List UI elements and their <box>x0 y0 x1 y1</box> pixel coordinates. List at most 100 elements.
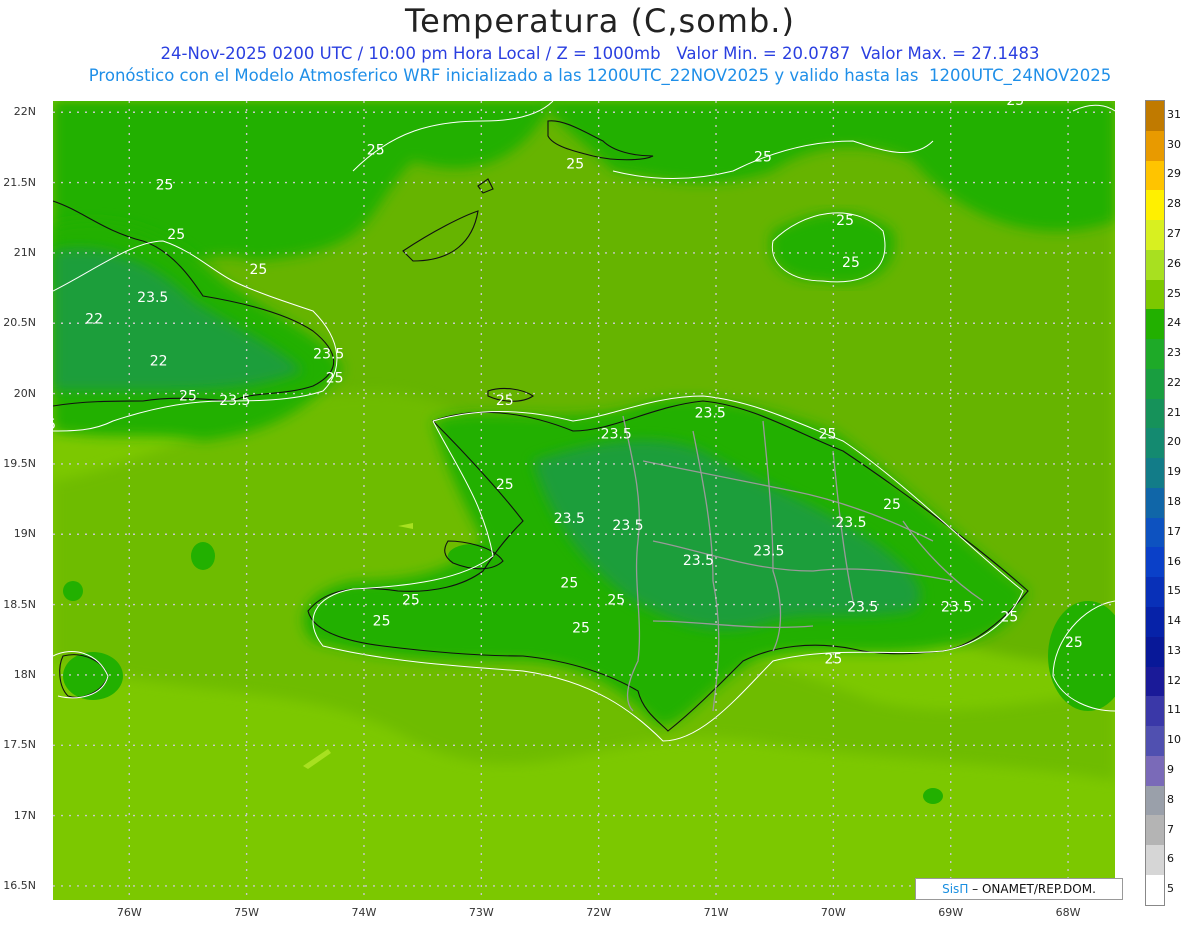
colorbar-segment <box>1146 249 1164 280</box>
colorbar-segment <box>1146 368 1164 399</box>
colorbar-label: 29 <box>1167 167 1181 181</box>
colorbar-label: 13 <box>1167 643 1181 657</box>
colorbar-label: 15 <box>1167 584 1181 598</box>
colorbar-label: 6 <box>1167 852 1174 866</box>
colorbar-label: 23 <box>1167 346 1181 360</box>
contour-label: 23.5 <box>941 600 972 616</box>
contour-label: 25 <box>883 497 901 513</box>
contour-label: 25 <box>179 389 197 405</box>
contour-label: 23.5 <box>612 518 643 534</box>
colorbar-label: 7 <box>1167 822 1174 836</box>
temperature-map: 25 25 25 25 25 25 25 25 25 23.5 22 23.5 25 22 25 23.5 25… <box>53 101 1115 900</box>
contour-label: 25 <box>842 255 860 271</box>
lat-label: 16.5N <box>3 878 36 892</box>
lat-label: 18N <box>13 667 36 681</box>
colorbar-segment <box>1146 547 1164 578</box>
colorbar-segment <box>1146 577 1164 608</box>
colorbar-segment <box>1146 726 1164 756</box>
colorbar-label: 26 <box>1167 256 1181 270</box>
contour-label: 25 <box>249 262 267 278</box>
contour-label: 25 <box>836 213 854 229</box>
colorbar-label: 27 <box>1167 227 1181 240</box>
colorbar-segment <box>1146 190 1164 221</box>
colorbar-label: 21 <box>1167 405 1181 419</box>
contour-label: 25 <box>1065 635 1083 651</box>
lon-label: 71W <box>703 906 729 919</box>
contour-label: 25 <box>560 576 578 592</box>
contour-label: 25 <box>572 621 590 637</box>
colorbar-segment <box>1146 160 1164 191</box>
colorbar-segment <box>1146 279 1164 310</box>
contour-label: 25 <box>156 178 174 194</box>
colorbar-segment <box>1146 755 1164 786</box>
colorbar-label: 25 <box>1167 286 1181 300</box>
colorbar-segment <box>1146 517 1164 548</box>
credit-box: SisΠ – ONAMET/REP.DOM. <box>915 878 1123 900</box>
contour-label: 25 <box>496 393 514 409</box>
colorbar-label: 5 <box>1167 882 1174 896</box>
lat-label: 20N <box>13 386 36 400</box>
contour-label: 22 <box>150 353 168 369</box>
lat-label: 17N <box>13 808 36 822</box>
lon-label: 74W <box>351 906 377 919</box>
lat-label: 21N <box>13 245 36 259</box>
field-24-small-4 <box>923 788 943 804</box>
contour-label: 25 <box>566 157 584 173</box>
contour-label: 25 <box>402 593 420 609</box>
lon-label: 75W <box>234 906 260 919</box>
contour-label: 25 <box>167 227 185 243</box>
colorbar <box>1145 100 1165 906</box>
colorbar-segment <box>1146 101 1164 131</box>
contour-label: 25 <box>326 370 344 386</box>
contour-label: 25 <box>824 652 842 668</box>
lon-label: 76W <box>116 906 142 919</box>
contour-label: 25 <box>496 477 514 493</box>
colorbar-label: 18 <box>1167 495 1181 508</box>
colorbar-label: 10 <box>1167 733 1181 747</box>
colorbar-segment <box>1146 220 1164 250</box>
contour-label: 23.5 <box>313 346 344 362</box>
colorbar-label: 30 <box>1167 137 1181 151</box>
lat-label: 17.5N <box>3 738 36 752</box>
contour-label: 23.5 <box>219 393 250 409</box>
map-title: Temperatura (C,somb.) <box>405 2 795 40</box>
colorbar-label: 28 <box>1167 197 1181 211</box>
contour-label: 23.5 <box>753 543 784 559</box>
colorbar-label: 31 <box>1167 107 1181 121</box>
lon-label: 73W <box>468 906 494 919</box>
colorbar-label: 9 <box>1167 763 1174 776</box>
colorbar-label: 12 <box>1167 673 1181 687</box>
contour-label: 25 <box>1000 609 1018 625</box>
colorbar-segment <box>1146 339 1164 369</box>
colorbar-segment <box>1146 130 1164 161</box>
colorbar-label: 19 <box>1167 465 1181 479</box>
map-subtitle-model: Pronóstico con el Modelo Atmosferico WRF… <box>88 66 1112 85</box>
colorbar-segment <box>1146 458 1164 488</box>
colorbar-segment <box>1146 487 1164 518</box>
contour-label: 25 <box>367 142 385 158</box>
contour-label: 25 <box>1006 101 1024 109</box>
contour-label: 23.5 <box>601 427 632 443</box>
lat-label: 22N <box>13 105 36 119</box>
colorbar-segment <box>1146 666 1164 697</box>
colorbar-label: 16 <box>1167 554 1181 568</box>
colorbar-label: 11 <box>1167 703 1181 717</box>
colorbar-segment <box>1146 309 1164 340</box>
contour-label: 23.5 <box>554 511 585 527</box>
lon-label: 69W <box>938 906 964 919</box>
map-subtitle-time: 24-Nov-2025 0200 UTC / 10:00 pm Hora Loc… <box>160 44 1040 63</box>
contour-label: 23.5 <box>137 290 168 306</box>
colorbar-segment <box>1146 607 1164 637</box>
lat-label: 20.5N <box>3 316 36 330</box>
contour-label: 25 <box>754 149 772 165</box>
contour-label: 23.5 <box>695 406 726 422</box>
credit-text: – ONAMET/REP.DOM. <box>972 882 1096 896</box>
colorbar-segment <box>1146 696 1164 727</box>
contour-label: 25 <box>819 427 837 443</box>
lat-label: 21.5N <box>3 175 36 189</box>
colorbar-label: 17 <box>1167 524 1181 538</box>
colorbar-segment <box>1146 815 1164 846</box>
contour-label: 25 <box>607 593 625 609</box>
colorbar-segment <box>1146 845 1164 875</box>
lat-label: 19.5N <box>3 456 36 470</box>
